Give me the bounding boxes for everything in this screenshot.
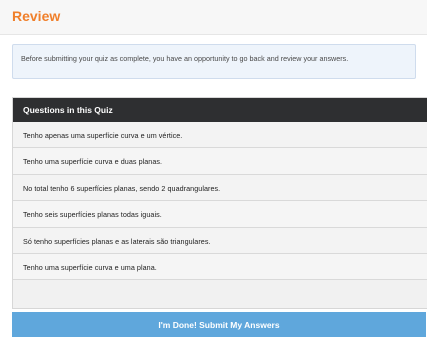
question-label: Tenho uma superfície curva e duas planas…: [23, 157, 163, 167]
question-label: Tenho seis superfícies planas todas igua…: [23, 210, 162, 220]
question-label: Tenho apenas uma superfície curva e um v…: [23, 131, 183, 140]
questions-panel: Questions in this Quiz Tenho apenas uma …: [12, 97, 427, 309]
question-label: Só tenho superfícies planas e as laterai…: [23, 236, 211, 246]
page-title: Review: [12, 8, 61, 24]
submit-answers-label: I'm Done! Submit My Answers: [158, 320, 280, 330]
info-message-text: Before submitting your quiz as complete,…: [21, 54, 349, 63]
question-item[interactable]: Tenho seis superfícies planas todas igua…: [13, 201, 427, 228]
info-message-box: Before submitting your quiz as complete,…: [12, 44, 416, 79]
question-item[interactable]: Tenho apenas uma superfície curva e um v…: [13, 122, 427, 149]
questions-panel-title: Questions in this Quiz: [23, 105, 113, 115]
questions-panel-header: Questions in this Quiz: [13, 98, 427, 122]
question-item[interactable]: Só tenho superfícies planas e as laterai…: [13, 227, 427, 254]
question-item[interactable]: Tenho uma superfície curva e duas planas…: [13, 148, 427, 175]
question-item[interactable]: No total tenho 6 superfícies planas, sen…: [13, 174, 427, 202]
question-item[interactable]: Tenho uma superfície curva e uma plana.: [13, 253, 427, 281]
question-label: No total tenho 6 superfícies planas, sen…: [23, 183, 221, 193]
question-label: Tenho uma superfície curva e uma plana.: [23, 262, 157, 272]
question-list: Tenho apenas uma superfície curva e um v…: [13, 122, 427, 281]
review-header: Review: [0, 0, 427, 35]
submit-answers-button[interactable]: I'm Done! Submit My Answers: [12, 312, 426, 337]
review-page: Review Before submitting your quiz as co…: [0, 0, 427, 337]
